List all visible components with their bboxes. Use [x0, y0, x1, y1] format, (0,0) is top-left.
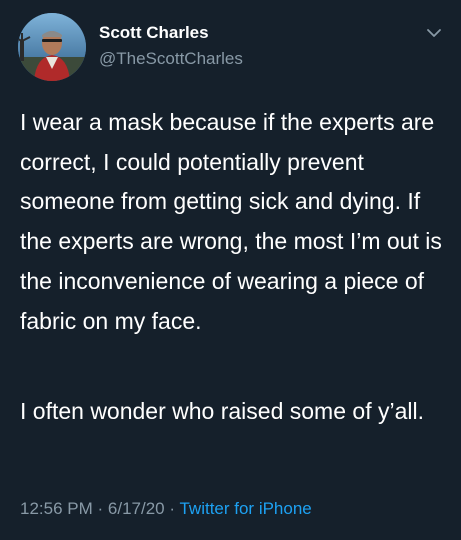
tweet-card: Scott Charles @TheScottCharles I wear a …: [0, 0, 461, 540]
tweet-text-paragraph: I wear a mask because if the experts are…: [20, 109, 442, 334]
author-handle[interactable]: @TheScottCharles: [99, 49, 243, 69]
meta-separator: ·: [97, 499, 104, 518]
tweet-source-link[interactable]: Twitter for iPhone: [179, 499, 311, 518]
tweet-meta: 12:56 PM · 6/17/20 · Twitter for iPhone: [20, 498, 312, 520]
chevron-down-icon[interactable]: [425, 24, 443, 42]
tweet-time[interactable]: 12:56 PM: [20, 499, 93, 518]
tweet-text-paragraph: I often wonder who raised some of y’all.: [20, 398, 424, 424]
author-name[interactable]: Scott Charles: [99, 23, 209, 43]
avatar[interactable]: [18, 13, 86, 81]
tweet-date[interactable]: 6/17/20: [108, 499, 165, 518]
meta-separator: ·: [169, 499, 176, 518]
